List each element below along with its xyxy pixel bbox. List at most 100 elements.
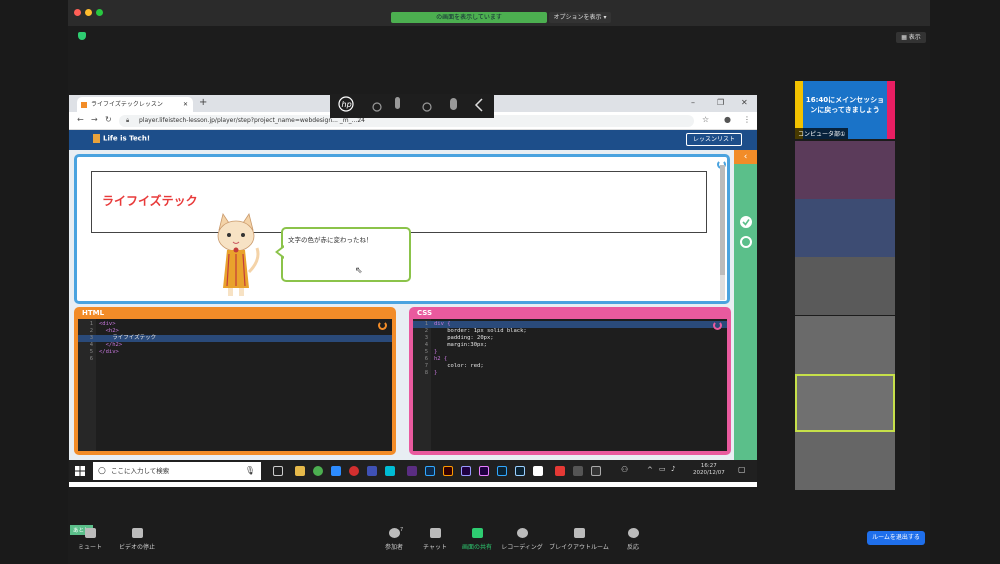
- gallery-tile[interactable]: [795, 432, 895, 490]
- css-reset-icon[interactable]: [713, 321, 722, 330]
- close-window-button[interactable]: [74, 9, 81, 16]
- lightroom-icon[interactable]: [497, 466, 507, 476]
- app-icon-2[interactable]: [385, 466, 395, 476]
- security-shield-icon[interactable]: [78, 32, 86, 40]
- after-effects-icon[interactable]: [461, 466, 471, 476]
- participants-icon[interactable]: [389, 528, 400, 538]
- code-line[interactable]: 7 color: red;: [413, 363, 727, 370]
- app-icon-7[interactable]: [573, 466, 583, 476]
- gallery-tile[interactable]: [795, 199, 895, 257]
- taskbar-clock[interactable]: 16:27 2020/12/07: [693, 463, 725, 477]
- volume-icon[interactable]: ♪: [671, 465, 675, 473]
- video-camera-icon[interactable]: [132, 528, 143, 538]
- windows-start-icon[interactable]: [75, 466, 85, 476]
- new-tab-button[interactable]: +: [199, 97, 207, 108]
- browser-menu-icon[interactable]: ⋮: [743, 115, 751, 124]
- microphone-icon[interactable]: [85, 528, 96, 538]
- explorer-icon[interactable]: [295, 466, 305, 476]
- check-mark-icon: [742, 219, 750, 226]
- preview-scrollbar[interactable]: [720, 165, 725, 300]
- back-icon[interactable]: ←: [77, 115, 84, 124]
- gallery-tile[interactable]: [795, 316, 895, 374]
- record-app-icon[interactable]: [349, 466, 359, 476]
- profile-icon[interactable]: ●: [724, 115, 731, 124]
- html-reset-icon[interactable]: [378, 321, 387, 330]
- breakout-rooms-icon[interactable]: [574, 528, 585, 538]
- cat-mascot-icon: [217, 213, 260, 296]
- forward-icon[interactable]: →: [91, 115, 98, 124]
- view-options-button[interactable]: オプションを表示 ▾: [549, 12, 611, 23]
- mic-icon[interactable]: 🎙︎: [245, 462, 255, 480]
- code-line[interactable]: 2 <h2>: [78, 328, 392, 335]
- browser-minimize-button[interactable]: –: [691, 98, 695, 107]
- app-icon-5[interactable]: [533, 466, 543, 476]
- zoom-app-icon[interactable]: [331, 466, 341, 476]
- speaker-icon: [450, 98, 457, 110]
- minimize-window-button[interactable]: [85, 9, 92, 16]
- sidebar-collapse-button[interactable]: ‹: [734, 150, 757, 164]
- lesson-list-button[interactable]: レッスンリスト: [686, 133, 742, 146]
- premiere-icon[interactable]: [479, 466, 489, 476]
- browser-tab[interactable]: ライフイズテックレッスン ✕: [77, 97, 193, 112]
- app-icon-1[interactable]: [367, 466, 377, 476]
- browser-close-button[interactable]: ✕: [741, 98, 748, 107]
- tray-chevron-icon[interactable]: ^: [647, 466, 653, 474]
- code-line[interactable]: 8}: [413, 370, 727, 377]
- css-code-editor[interactable]: 1 div {2 border: 1px solid black; 3 paddin…: [413, 319, 727, 451]
- code-line[interactable]: 6: [78, 356, 392, 363]
- preview-scroll-thumb[interactable]: [720, 165, 725, 275]
- gallery-tile-active-speaker[interactable]: [795, 374, 895, 432]
- step-pending-circle-icon[interactable]: [740, 236, 752, 248]
- zoom-control-bar: あとし ミュート ビデオの停止 7 参加者 チャット 画面の共有 レコーディング…: [68, 524, 930, 564]
- code-line[interactable]: 3 padding: 20px;: [413, 335, 727, 342]
- record-icon[interactable]: [517, 528, 528, 538]
- line-number: 1: [89, 321, 93, 327]
- app-icon-4[interactable]: [515, 466, 525, 476]
- windows-taskbar: ○ ここに入力して検索 🎙︎ ⚇ ^ ▭ ♪ 16:27 2020/12/07 …: [69, 460, 757, 482]
- html-code-editor[interactable]: 1 <div> 2 <h2> 3 ライフイズテック 4 </h2> 5 </div> 6: [78, 319, 392, 451]
- app-icon-6[interactable]: [555, 466, 565, 476]
- tab-close-icon[interactable]: ✕: [183, 97, 188, 112]
- code-line[interactable]: 4 margin:30px;: [413, 342, 727, 349]
- taskbar-search-box[interactable]: ○ ここに入力して検索 🎙︎: [93, 462, 261, 480]
- browser-maximize-button[interactable]: ❐: [717, 98, 724, 107]
- reactions-label[interactable]: 反応: [603, 542, 663, 551]
- code-line[interactable]: 6 h2 {: [413, 356, 727, 363]
- record-label[interactable]: レコーディング: [492, 542, 552, 551]
- breakout-rooms-label[interactable]: ブレイクアウトルーム: [549, 542, 609, 551]
- network-icon[interactable]: ▭: [659, 465, 666, 473]
- speech-bubble: 文字の色が赤に変わったね！: [281, 227, 411, 282]
- leave-room-button[interactable]: ルームを退出する: [867, 531, 925, 545]
- gallery-tile[interactable]: [795, 141, 895, 199]
- notification-icon[interactable]: ▢: [738, 465, 746, 474]
- task-view-icon[interactable]: [273, 466, 283, 476]
- photoshop-icon[interactable]: [425, 466, 435, 476]
- reload-icon[interactable]: ↻: [105, 115, 112, 124]
- share-screen-icon[interactable]: [472, 528, 483, 538]
- code-line[interactable]: 2 border: 1px solid black;: [413, 328, 727, 335]
- code-line[interactable]: 1 div {: [413, 321, 727, 328]
- chat-icon[interactable]: [430, 528, 441, 538]
- app-icon-8[interactable]: [591, 466, 601, 476]
- step-done-check-icon[interactable]: [740, 216, 752, 228]
- participants-count: 7: [400, 527, 404, 533]
- people-icon[interactable]: ⚇: [621, 465, 628, 474]
- line-number: 1: [424, 321, 428, 327]
- chrome-icon[interactable]: [313, 466, 323, 476]
- code-line[interactable]: 3 ライフイズテック: [78, 335, 392, 342]
- reactions-icon[interactable]: [628, 528, 639, 538]
- code-line[interactable]: 1 <div>: [78, 321, 392, 328]
- gallery-tile[interactable]: [795, 257, 895, 315]
- app-icon-3[interactable]: [407, 466, 417, 476]
- illustrator-icon[interactable]: [443, 466, 453, 476]
- code-line[interactable]: 5}: [413, 349, 727, 356]
- site-logo[interactable]: Life is Tech!: [93, 134, 150, 143]
- line-number: 6: [424, 356, 428, 362]
- bookmark-star-icon[interactable]: ☆: [702, 115, 709, 124]
- code-line[interactable]: 5 </div>: [78, 349, 392, 356]
- view-mode-button[interactable]: ▦ 表示: [896, 32, 926, 43]
- code-line[interactable]: 4 </h2>: [78, 342, 392, 349]
- gallery-tile-banner[interactable]: 16:40にメインセッションに戻ってきましょう コンピュータ部①: [795, 81, 895, 139]
- zoom-window-button[interactable]: [96, 9, 103, 16]
- video-stop-label[interactable]: ビデオの停止: [107, 542, 167, 551]
